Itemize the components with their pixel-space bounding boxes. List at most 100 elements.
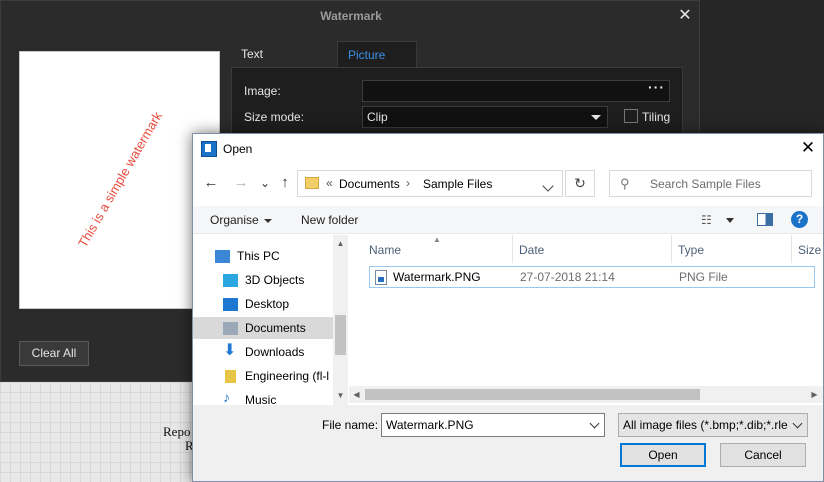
chevron-down-icon	[792, 418, 803, 429]
column-header-size[interactable]: Size	[798, 243, 821, 257]
file-type-select[interactable]: All image files (*.bmp;*.dib;*.rle	[618, 413, 808, 437]
size-mode-value: Clip	[367, 110, 388, 124]
tab-picture-watermark[interactable]: Picture Watermark	[337, 41, 418, 88]
chevron-down-icon[interactable]	[726, 218, 734, 223]
navigation-pane-scrollbar[interactable]: ▲ ▼	[333, 235, 348, 405]
chevron-down-icon	[263, 218, 272, 223]
chevron-down-icon[interactable]	[542, 180, 554, 192]
cancel-button[interactable]: Cancel	[720, 443, 806, 467]
breadcrumb-separator: ›	[406, 176, 410, 190]
preview-pane-icon[interactable]	[757, 213, 773, 226]
breadcrumb-overflow-icon[interactable]: «	[326, 176, 333, 190]
size-mode-label: Size mode:	[244, 110, 305, 124]
pc-icon	[215, 250, 230, 263]
music-icon: ♪	[223, 389, 230, 405]
organise-label: Organise	[210, 213, 259, 227]
tree-item-label: Desktop	[245, 297, 290, 311]
scroll-right-icon[interactable]: ▶	[807, 388, 822, 402]
tree-item-label: Engineering (fl-l	[245, 369, 330, 383]
open-dialog-titlebar: Open ✕	[193, 134, 823, 164]
back-arrow-icon[interactable]: ←	[203, 175, 219, 191]
search-icon: ⚲	[620, 176, 630, 191]
tree-item-desktop[interactable]: Desktop	[193, 293, 333, 315]
watermark-preview: This is a simple watermark	[19, 51, 220, 309]
view-options-icon[interactable]: ☷	[701, 214, 717, 226]
desktop-icon	[223, 298, 238, 311]
close-icon[interactable]: ✕	[799, 139, 817, 157]
report-canvas: Repo R	[0, 382, 200, 482]
column-divider[interactable]	[671, 235, 672, 263]
navigation-pane: This PC 3D Objects Desktop Documents ⬇ D…	[193, 235, 348, 405]
scroll-up-icon[interactable]: ▲	[333, 237, 348, 251]
file-date: 27-07-2018 21:14	[520, 270, 615, 284]
refresh-icon: ↻	[574, 175, 586, 191]
app-icon	[201, 141, 217, 157]
watermark-preview-text: This is a simple watermark	[75, 109, 165, 250]
network-drive-icon	[225, 370, 236, 383]
folder-icon	[305, 177, 319, 189]
tree-item-label: 3D Objects	[245, 273, 305, 287]
tree-item-engineering[interactable]: Engineering (fl-l	[193, 365, 333, 387]
png-file-icon	[375, 270, 387, 285]
file-type: PNG File	[679, 270, 728, 284]
tree-item-label: Music	[245, 393, 277, 405]
tree-item-this-pc[interactable]: This PC	[193, 245, 333, 267]
tree-item-3d-objects[interactable]: 3D Objects	[193, 269, 333, 291]
dialog-footer: File name: Watermark.PNG All image files…	[193, 405, 823, 481]
scrollbar-thumb[interactable]	[335, 315, 346, 355]
search-placeholder: Search Sample Files	[650, 177, 761, 191]
scroll-left-icon[interactable]: ◀	[349, 388, 364, 402]
tree-item-downloads[interactable]: ⬇ Downloads	[193, 341, 333, 363]
help-icon[interactable]: ?	[791, 211, 808, 228]
column-divider[interactable]	[791, 235, 792, 263]
close-icon[interactable]: ✕	[677, 7, 693, 25]
file-name-field[interactable]: Watermark.PNG	[381, 413, 605, 437]
column-header-date[interactable]: Date	[519, 243, 544, 257]
chevron-down-icon	[591, 115, 601, 120]
file-name-label: File name:	[322, 418, 379, 432]
tree-item-music[interactable]: ♪ Music	[193, 389, 333, 405]
tree-item-label: Documents	[245, 321, 306, 335]
navigation-bar: ← → ⌄ ↑ « Documents › Sample Files ↻ ⚲ S…	[193, 168, 823, 200]
new-folder-button[interactable]: New folder	[301, 213, 358, 227]
forward-arrow-icon[interactable]: →	[233, 175, 249, 191]
breadcrumb-documents[interactable]: Documents	[339, 177, 400, 191]
file-row[interactable]: Watermark.PNG 27-07-2018 21:14 PNG File	[369, 266, 815, 288]
cube-icon	[223, 274, 238, 287]
tiling-label: Tiling	[642, 110, 671, 124]
chevron-down-icon[interactable]	[589, 418, 600, 429]
open-file-dialog: Open ✕ ← → ⌄ ↑ « Documents › Sample File…	[192, 133, 824, 482]
tiling-checkbox[interactable]	[624, 109, 638, 123]
tree-item-documents[interactable]: Documents	[193, 317, 333, 339]
tree-item-label: Downloads	[245, 345, 305, 359]
column-divider[interactable]	[512, 235, 513, 263]
documents-icon	[223, 322, 238, 335]
recent-locations-chevron-icon[interactable]: ⌄	[257, 175, 273, 191]
column-header-type[interactable]: Type	[678, 243, 704, 257]
breadcrumb-sample-files[interactable]: Sample Files	[423, 177, 492, 191]
tree-item-label: This PC	[237, 249, 280, 263]
file-list: ▲ Name Date Type Size Watermark.PNG 27-0…	[349, 235, 823, 405]
up-arrow-icon[interactable]: ↑	[277, 175, 293, 191]
organise-button[interactable]: Organise	[210, 213, 272, 227]
tab-text-watermark[interactable]: Text Watermark	[231, 41, 309, 87]
download-arrow-icon: ⬇	[223, 342, 237, 359]
open-button[interactable]: Open	[620, 443, 706, 467]
browse-ellipsis-icon[interactable]: ···	[648, 77, 665, 97]
scrollbar-thumb[interactable]	[365, 389, 700, 400]
file-name-value: Watermark.PNG	[386, 418, 474, 432]
search-input[interactable]: ⚲ Search Sample Files	[609, 170, 812, 197]
size-mode-select[interactable]: Clip	[362, 106, 608, 128]
file-list-horizontal-scrollbar[interactable]: ◀ ▶	[349, 386, 823, 403]
scroll-down-icon[interactable]: ▼	[333, 389, 348, 403]
clear-all-button[interactable]: Clear All	[19, 341, 89, 366]
command-bar: Organise New folder ☷ ?	[193, 206, 823, 234]
file-name: Watermark.PNG	[393, 270, 481, 284]
address-bar[interactable]: « Documents › Sample Files	[297, 170, 563, 197]
sort-ascending-icon: ▲	[433, 235, 441, 244]
refresh-button[interactable]: ↻	[565, 170, 595, 197]
open-dialog-title: Open	[223, 142, 253, 156]
image-path-field[interactable]: ···	[362, 77, 670, 102]
image-label: Image:	[244, 84, 281, 98]
column-header-name[interactable]: Name	[369, 243, 401, 257]
